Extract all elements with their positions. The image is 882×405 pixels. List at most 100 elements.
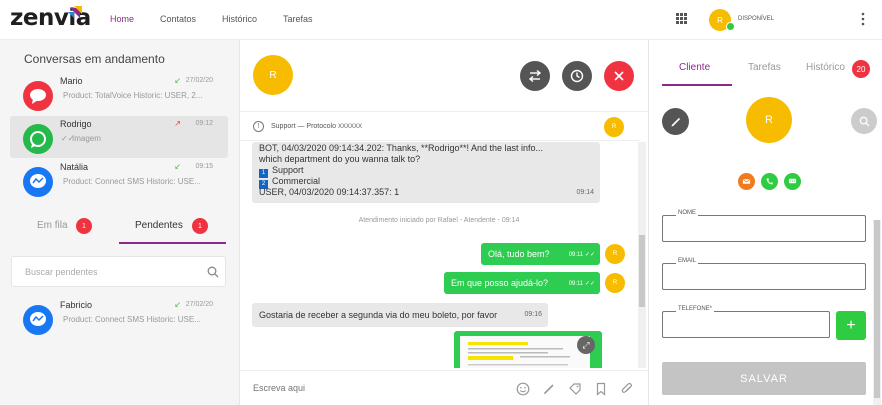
more-options-icon[interactable] — [861, 12, 865, 26]
outgoing-message: Olá, tudo bem? 09:11 ✓✓ — [481, 243, 600, 265]
chat-panel: R ! Support — Protocolo XXXXXX R BOT, 04… — [240, 40, 648, 405]
pencil-icon[interactable] — [542, 382, 556, 396]
save-button[interactable]: SALVAR — [662, 362, 866, 395]
transfer-icon — [528, 69, 542, 83]
pending-item-fabricio[interactable]: Fabricio ↙ 27/02/20 Product: Connect SMS… — [10, 297, 228, 339]
chat-scrollbar[interactable] — [638, 142, 646, 368]
message-time: 09:11 ✓✓ — [568, 252, 595, 258]
client-search-button[interactable] — [851, 108, 877, 134]
emoji-icon[interactable] — [516, 382, 530, 396]
search-icon[interactable] — [207, 266, 219, 278]
phone-field-label: TELEFONE* — [676, 306, 715, 312]
search-pending-field[interactable]: Buscar pendentes — [11, 256, 226, 287]
apps-grid-icon[interactable] — [676, 13, 687, 24]
chat-header: R — [240, 40, 648, 112]
add-phone-button[interactable]: + — [836, 311, 866, 340]
search-icon — [859, 116, 869, 126]
protocol-label: Support — Protocolo XXXXXX — [271, 123, 362, 130]
client-panel-scrollbar[interactable] — [873, 220, 881, 405]
email-channel-icon[interactable] — [738, 173, 755, 190]
message-list[interactable]: BOT, 04/03/2020 09:14:34.202: Thanks, **… — [240, 142, 638, 368]
conversations-title: Conversas em andamento — [24, 52, 165, 66]
bookmark-icon[interactable] — [594, 382, 608, 396]
search-input[interactable]: Buscar pendentes — [25, 267, 98, 277]
message-input[interactable] — [253, 383, 453, 393]
chat-scroll-thumb[interactable] — [639, 235, 645, 307]
message-time: 09:16 — [524, 311, 542, 318]
close-icon — [614, 71, 624, 81]
tab-cliente[interactable]: Cliente — [679, 62, 710, 73]
conversation-preview: Product: Connect SMS Historic: USE... — [63, 177, 201, 186]
edit-button[interactable] — [662, 108, 689, 135]
bot-message: BOT, 04/03/2020 09:14:34.202: Thanks, **… — [252, 142, 600, 203]
conversation-date: 09:15 — [195, 163, 213, 170]
em-fila-count-badge: 1 — [76, 218, 92, 234]
incoming-arrow-icon: ↙ — [174, 162, 181, 171]
message-text: USER, 04/03/2020 09:14:37.357: 1 — [259, 187, 400, 197]
conversations-panel: Conversas em andamento Mario ↙ 27/02/20 … — [0, 40, 240, 405]
schedule-button[interactable] — [562, 61, 592, 91]
tag-icon[interactable] — [568, 382, 582, 396]
message-text: Em que posso ajudá-lo? — [451, 278, 549, 288]
name-field-label: NOME — [676, 210, 698, 216]
nav-historico[interactable]: Histórico — [222, 14, 257, 24]
email-field[interactable]: EMAIL — [662, 258, 866, 290]
conversation-item-mario[interactable]: Mario ↙ 27/02/20 Product: TotalVoice His… — [10, 73, 228, 115]
image-message[interactable]: ⤢ — [454, 331, 602, 368]
outgoing-message: Em que posso ajudá-lo? 09:11 ✓✓ — [444, 272, 600, 294]
history-count-badge: 20 — [852, 60, 870, 78]
availability-status[interactable]: DISPONÍVEL — [738, 16, 774, 22]
conversation-name: Fabricio — [60, 300, 93, 310]
attachment-icon[interactable] — [620, 382, 634, 396]
incoming-arrow-icon: ↙ — [174, 76, 181, 85]
agent-avatar: R — [605, 244, 625, 264]
close-conversation-button[interactable] — [604, 61, 634, 91]
client-avatar: R — [746, 97, 792, 143]
conversation-preview: Product: TotalVoice Historic: USER, 2... — [63, 91, 203, 100]
tab-historico[interactable]: Histórico — [806, 62, 845, 73]
info-icon: ! — [253, 121, 264, 132]
agent-avatar: R — [605, 273, 625, 293]
phone-channel-icon[interactable] — [761, 173, 778, 190]
system-note: Atendimento iniciado por Rafael - Atende… — [358, 217, 520, 224]
phone-field[interactable]: TELEFONE* — [662, 306, 830, 338]
online-status-dot — [726, 22, 735, 31]
conversation-date: 27/02/20 — [185, 301, 213, 308]
conversation-item-natalia[interactable]: Natália ↙ 09:15 Product: Connect SMS His… — [10, 159, 228, 201]
sms-channel-icon[interactable] — [784, 173, 801, 190]
chat-icon — [23, 81, 53, 111]
nav-contatos[interactable]: Contatos — [160, 14, 196, 24]
message-time: 09:14 — [576, 189, 594, 196]
plus-icon: + — [846, 316, 856, 334]
protocol-bar: ! Support — Protocolo XXXXXX R — [240, 113, 640, 141]
conversation-item-rodrigo[interactable]: Rodrigo ↗ 09:12 ✓✓ Imagem — [10, 116, 228, 158]
client-panel: Cliente Tarefas Histórico 20 R NOME EMAI… — [648, 40, 882, 405]
message-text: which department do you wanna talk to? — [259, 154, 421, 164]
message-text: Olá, tudo bem? — [488, 249, 550, 259]
conversation-name: Natália — [60, 162, 89, 172]
tab-pendentes[interactable]: Pendentes — [135, 220, 183, 231]
nav-tarefas[interactable]: Tarefas — [283, 14, 313, 24]
expand-icon[interactable]: ⤢ — [577, 336, 595, 354]
conversation-preview: Imagem — [72, 134, 101, 143]
active-tab-indicator — [662, 84, 732, 86]
document-thumbnail — [460, 336, 590, 368]
conversation-date: 09:12 — [195, 120, 213, 127]
active-tab-indicator — [119, 242, 226, 244]
clock-icon — [570, 69, 584, 83]
nav-home[interactable]: Home — [110, 14, 134, 24]
conversation-preview: Product: Connect SMS Historic: USE... — [63, 315, 201, 324]
conversation-date: 27/02/20 — [185, 77, 213, 84]
tab-em-fila[interactable]: Em fila — [37, 220, 68, 231]
incoming-arrow-icon: ↙ — [174, 300, 181, 309]
message-text: Gostaria de receber a segunda via do meu… — [259, 310, 498, 320]
contact-avatar[interactable]: R — [253, 55, 293, 95]
incoming-message: Gostaria de receber a segunda via do meu… — [252, 303, 548, 327]
logo-mark-icon — [68, 6, 82, 18]
message-text: BOT, 04/03/2020 09:14:34.202: Thanks, **… — [259, 143, 544, 153]
transfer-button[interactable] — [520, 61, 550, 91]
conversation-name: Mario — [60, 76, 83, 86]
name-field[interactable]: NOME — [662, 210, 866, 242]
client-panel-scroll-thumb[interactable] — [874, 220, 880, 398]
tab-tarefas[interactable]: Tarefas — [748, 62, 781, 73]
